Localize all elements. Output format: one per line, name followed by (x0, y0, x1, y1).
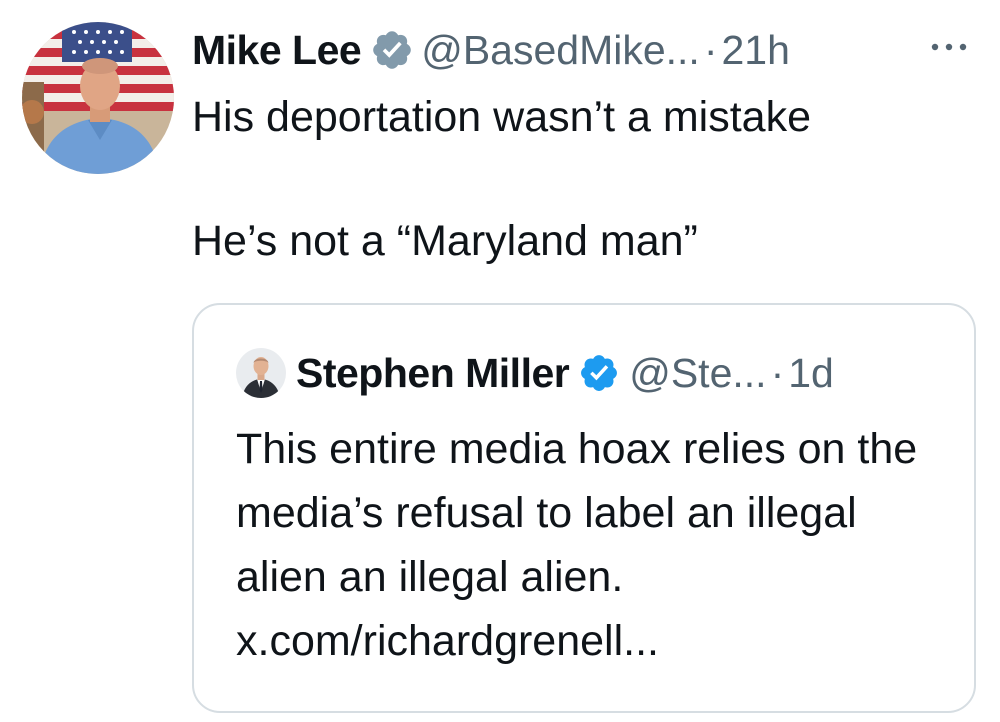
tweet-text-line: He’s not a “Maryland man” (192, 217, 698, 265)
author-handle[interactable]: @BasedMike... (421, 22, 700, 78)
quoted-author-avatar[interactable] (236, 348, 286, 398)
quoted-tweet-text: This entire media hoax relies on the med… (236, 425, 918, 665)
author-name[interactable]: Mike Lee (192, 22, 362, 78)
more-options-icon[interactable] (922, 30, 976, 64)
tweet-header: Mike Lee @BasedMike... · 21h (192, 22, 790, 78)
tweet-time[interactable]: 21h (721, 22, 789, 78)
quoted-tweet-header: Stephen Miller @Ste... · 1d (236, 343, 834, 403)
tweet-text: His deportation wasn’t a mistake He’s no… (192, 86, 972, 272)
verified-badge-icon (373, 31, 411, 69)
quoted-author-name[interactable]: Stephen Miller (296, 350, 570, 397)
separator-dot: · (770, 349, 785, 396)
quoted-author-handle[interactable]: @Ste... (629, 350, 766, 397)
tweet-screenshot: Mike Lee @BasedMike... · 21h His deporta… (0, 0, 1000, 722)
quoted-tweet-time[interactable]: 1d (788, 350, 834, 397)
author-avatar[interactable] (22, 22, 174, 174)
tweet-text-line: His deportation wasn’t a mistake (192, 93, 812, 141)
separator-dot: · (703, 27, 718, 73)
verified-badge-icon (581, 355, 618, 391)
quoted-tweet-card[interactable]: Stephen Miller @Ste... · 1d This entire … (192, 303, 976, 713)
